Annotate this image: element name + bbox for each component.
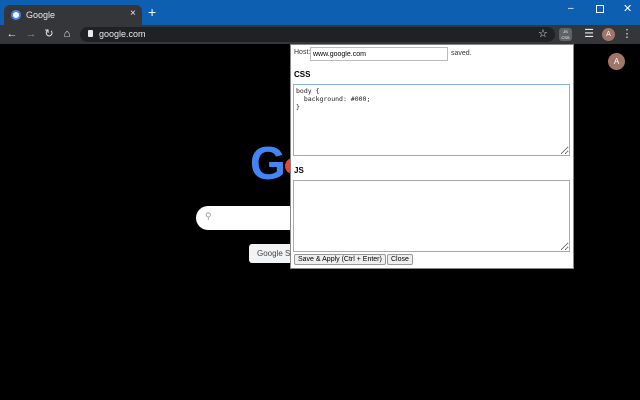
close-button[interactable]: Close (387, 254, 413, 265)
google-logo: G (250, 137, 286, 189)
save-apply-button[interactable]: Save & Apply (Ctrl + Enter) (294, 254, 386, 265)
bookmark-star-icon[interactable]: ☆ (538, 27, 548, 40)
js-editor[interactable] (293, 180, 570, 252)
media-control-icon[interactable]: ☰ (582, 25, 596, 44)
reload-icon[interactable]: ↻ (42, 25, 56, 44)
css-editor[interactable]: body { background: #000; } (293, 84, 570, 156)
back-icon[interactable]: ← (5, 25, 19, 44)
extension-js-css-icon[interactable]: JS CSS (559, 28, 572, 41)
save-status: saved. (451, 50, 472, 57)
forward-icon[interactable]: → (24, 25, 38, 44)
js-label: JS (294, 166, 304, 175)
tab-google[interactable]: Google × (4, 5, 142, 26)
new-tab-icon[interactable]: + (148, 5, 156, 19)
extension-popup: Host: saved. CSS body { background: #000… (290, 44, 574, 269)
tab-close-icon[interactable]: × (130, 8, 136, 19)
google-favicon-icon (11, 10, 21, 20)
account-avatar[interactable]: A (608, 53, 625, 70)
maximize-icon[interactable] (596, 5, 604, 13)
title-bar: Google × + – ✕ (0, 0, 640, 26)
css-label: CSS (294, 70, 311, 79)
tab-title: Google (26, 10, 56, 20)
lock-icon (88, 30, 93, 37)
profile-avatar[interactable]: A (602, 28, 615, 41)
minimize-icon[interactable]: – (568, 3, 574, 14)
close-window-icon[interactable]: ✕ (623, 2, 632, 15)
url-text: google.com (99, 29, 146, 39)
home-icon[interactable]: ⌂ (60, 25, 74, 44)
menu-icon[interactable]: ⋮ (620, 25, 634, 44)
host-input[interactable] (310, 47, 448, 61)
host-label: Host: (294, 49, 311, 56)
search-icon: ⚲ (205, 211, 212, 221)
address-bar[interactable]: google.com ☆ (80, 27, 555, 42)
